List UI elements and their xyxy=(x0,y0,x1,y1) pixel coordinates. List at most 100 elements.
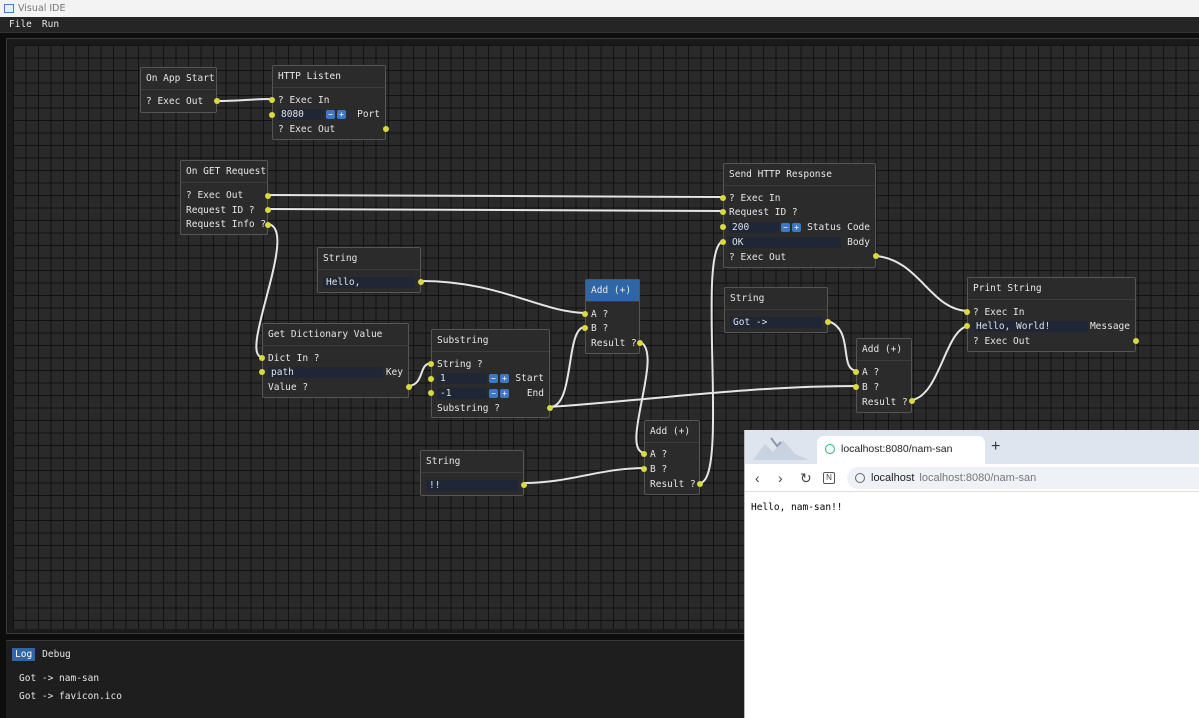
b-pin[interactable] xyxy=(853,384,859,390)
value-out-pin[interactable] xyxy=(406,384,412,390)
menu-file[interactable]: File xyxy=(4,17,37,32)
exec-out-pin[interactable] xyxy=(265,193,271,199)
status-code-label: Status Code xyxy=(807,222,870,233)
address-bar[interactable]: localhost localhost:8080/nam-san xyxy=(847,467,1199,489)
end-label: End xyxy=(526,388,544,399)
a-pin[interactable] xyxy=(641,451,647,457)
port-increment-button[interactable]: + xyxy=(337,110,346,119)
start-input[interactable]: 1 xyxy=(437,373,487,384)
new-tab-button[interactable]: + xyxy=(991,436,1000,458)
start-decrement-button[interactable]: − xyxy=(489,374,498,383)
a-pin[interactable] xyxy=(582,311,588,317)
b-pin[interactable] xyxy=(641,466,647,472)
exec-out-pin[interactable] xyxy=(1133,338,1139,344)
menu-run[interactable]: Run xyxy=(37,17,64,32)
start-increment-button[interactable]: + xyxy=(500,374,509,383)
port-decrement-button[interactable]: − xyxy=(326,110,335,119)
exec-out-pin[interactable] xyxy=(214,98,220,104)
key-pin[interactable] xyxy=(259,369,265,375)
result-label: Result ? xyxy=(591,338,637,349)
window-titlebar: Visual IDE xyxy=(0,0,1199,17)
port-pin[interactable] xyxy=(269,112,275,118)
exec-out-label: ? Exec Out xyxy=(973,336,1031,347)
browser-nav-bar: ‹ › ↻ N localhost localhost:8080/nam-san xyxy=(745,464,1199,492)
node-get-dictionary-value[interactable]: Get Dictionary Value Dict In ? path Key … xyxy=(259,323,412,398)
request-id-pin[interactable] xyxy=(265,207,271,213)
node-title: Add (+) xyxy=(645,421,699,443)
body-input[interactable]: OK xyxy=(729,237,841,248)
a-pin[interactable] xyxy=(853,369,859,375)
a-label: A ? xyxy=(862,367,880,378)
node-string-got[interactable]: String Got -> xyxy=(724,287,831,333)
end-decrement-button[interactable]: − xyxy=(489,389,498,398)
status-code-pin[interactable] xyxy=(720,224,726,230)
request-id-label: Request ID ? xyxy=(186,205,255,216)
result-label: Result ? xyxy=(862,397,908,408)
string-value-input[interactable]: Hello, xyxy=(323,277,415,288)
node-add-3[interactable]: Add (+) A ? B ? Result ? xyxy=(853,338,915,413)
exec-out-label: ? Exec Out xyxy=(186,190,244,201)
result-label: Result ? xyxy=(650,479,696,490)
dict-in-pin[interactable] xyxy=(259,355,265,361)
body-pin[interactable] xyxy=(720,239,726,245)
request-id-pin[interactable] xyxy=(720,209,726,215)
request-info-label: Request Info ? xyxy=(186,219,267,230)
exec-out-pin[interactable] xyxy=(383,126,389,132)
b-pin[interactable] xyxy=(582,325,588,331)
status-code-input[interactable]: 200 xyxy=(729,222,779,233)
exec-in-label: ? Exec In xyxy=(729,193,781,204)
b-label: B ? xyxy=(591,323,609,334)
forward-arrow-icon[interactable]: › xyxy=(778,470,783,486)
exec-in-pin[interactable] xyxy=(720,195,726,201)
browser-tab[interactable]: localhost:8080/nam-san xyxy=(817,436,985,464)
node-add-1[interactable]: Add (+) A ? B ? Result ? xyxy=(582,279,643,354)
node-add-2[interactable]: Add (+) A ? B ? Result ? xyxy=(641,420,703,495)
node-string-exclaim[interactable]: String !! xyxy=(420,450,527,496)
string-out-pin[interactable] xyxy=(825,319,831,325)
body-label: Body xyxy=(847,237,870,248)
exec-out-pin[interactable] xyxy=(873,253,879,259)
string-value-input[interactable]: Got -> xyxy=(730,317,822,328)
string-out-pin[interactable] xyxy=(521,482,527,488)
node-on-app-start[interactable]: On App Start ? Exec Out xyxy=(140,67,220,113)
node-print-string[interactable]: Print String ? Exec In Hello, World! Mes… xyxy=(964,277,1139,352)
node-string-hello[interactable]: String Hello, xyxy=(317,247,424,293)
result-pin[interactable] xyxy=(909,398,915,404)
node-title: Print String xyxy=(968,278,1135,300)
menu-bar: File Run xyxy=(0,17,1199,33)
result-pin[interactable] xyxy=(697,481,703,487)
tab-debug[interactable]: Debug xyxy=(39,648,74,661)
app-icon xyxy=(4,4,14,13)
exec-in-label: ? Exec In xyxy=(973,307,1025,318)
result-pin[interactable] xyxy=(637,340,643,346)
substring-out-pin[interactable] xyxy=(547,405,553,411)
port-input[interactable]: 8080 xyxy=(278,109,324,120)
message-pin[interactable] xyxy=(964,323,970,329)
node-substring[interactable]: Substring String ? 1− + Start -1− + End Su… xyxy=(428,329,553,418)
reload-icon[interactable]: ↻ xyxy=(800,470,812,486)
node-title: Get Dictionary Value xyxy=(263,324,408,346)
key-input[interactable]: path xyxy=(268,367,383,378)
message-input[interactable]: Hello, World! xyxy=(973,321,1088,332)
exec-in-pin[interactable] xyxy=(269,97,275,103)
end-pin[interactable] xyxy=(428,390,434,396)
node-http-listen[interactable]: HTTP Listen ? Exec In 8080− + Port ? Exec… xyxy=(269,65,389,140)
status-decrement-button[interactable]: − xyxy=(781,223,790,232)
string-value-input[interactable]: !! xyxy=(426,480,518,491)
string-in-pin[interactable] xyxy=(428,361,434,367)
site-info-icon[interactable] xyxy=(855,473,865,483)
tab-log[interactable]: Log xyxy=(12,648,36,661)
end-increment-button[interactable]: + xyxy=(500,389,509,398)
reader-icon[interactable]: N xyxy=(823,472,835,484)
start-pin[interactable] xyxy=(428,376,434,382)
status-increment-button[interactable]: + xyxy=(792,223,801,232)
request-info-pin[interactable] xyxy=(265,222,271,228)
start-label: Start xyxy=(515,373,544,384)
exec-in-pin[interactable] xyxy=(964,309,970,315)
back-arrow-icon[interactable]: ‹ xyxy=(755,470,760,486)
node-on-get-request[interactable]: On GET Request ? Exec Out Request ID ? R… xyxy=(180,160,271,235)
string-out-pin[interactable] xyxy=(418,279,424,285)
node-send-http-response[interactable]: Send HTTP Response ? Exec In Request ID … xyxy=(720,163,879,268)
end-input[interactable]: -1 xyxy=(437,388,487,399)
node-title: String xyxy=(725,288,827,310)
